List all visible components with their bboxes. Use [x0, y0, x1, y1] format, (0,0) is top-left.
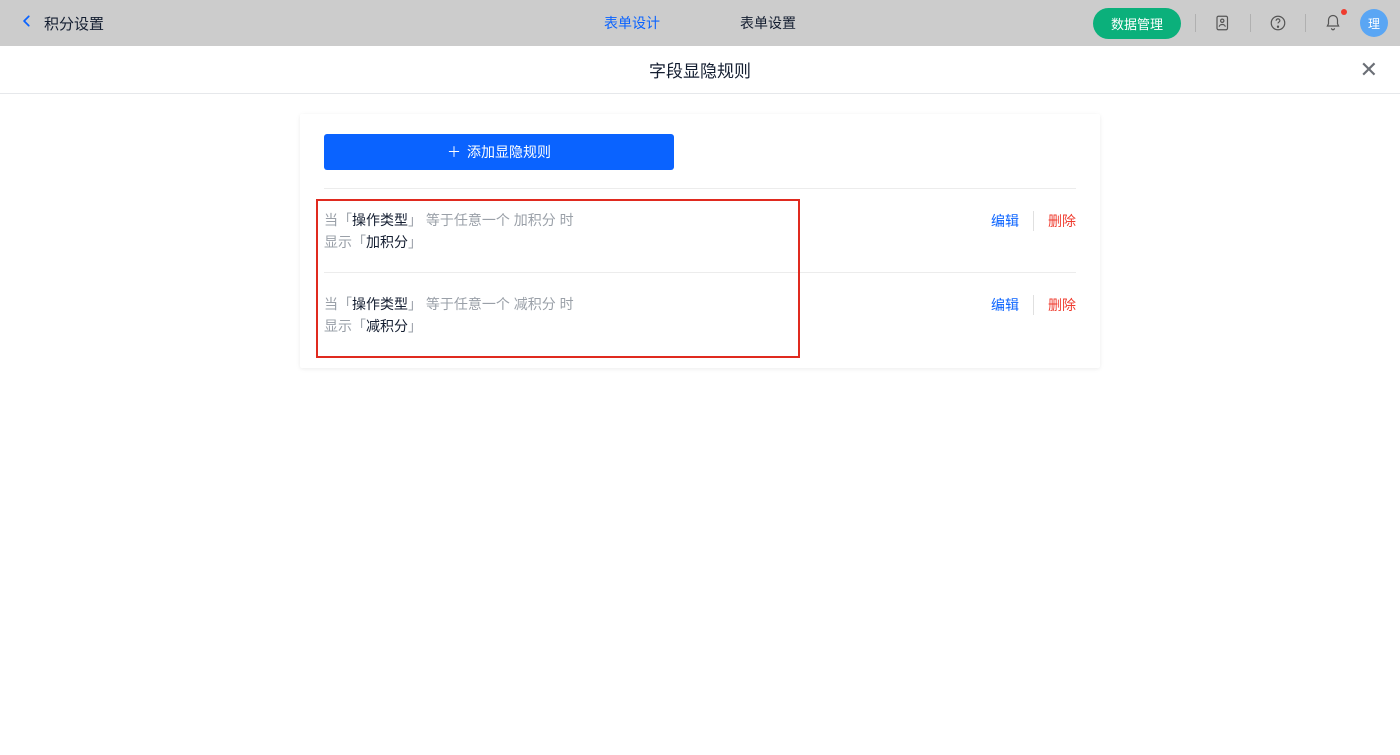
- avatar[interactable]: 理: [1360, 9, 1388, 37]
- data-manage-button[interactable]: 数据管理: [1093, 8, 1181, 39]
- bell-icon[interactable]: [1320, 10, 1346, 36]
- rule-condition: 等于任意一个 减积分 时: [422, 296, 574, 312]
- rule-field: 操作类型: [352, 212, 408, 228]
- rule-condition: 等于任意一个 加积分 时: [422, 212, 574, 228]
- delete-link[interactable]: 删除: [1033, 295, 1076, 315]
- rule-field: 操作类型: [352, 296, 408, 312]
- modal-titlebar: 字段显隐规则 ✕: [0, 46, 1400, 94]
- delete-link[interactable]: 删除: [1033, 211, 1076, 231]
- divider: [1195, 14, 1196, 32]
- rule-show-value: 加积分: [366, 234, 408, 250]
- page-body: ＋ 添加显隐规则 当「操作类型」 等于任意一个 加积分 时 显示「加积分」 编辑…: [0, 94, 1400, 368]
- rule-item: 当「操作类型」 等于任意一个 加积分 时 显示「加积分」 编辑 删除: [324, 189, 1076, 273]
- rule-text-segment: 」: [408, 212, 422, 228]
- divider: [1250, 14, 1251, 32]
- top-header: 积分设置 表单设计 表单设置 数据管理 理: [0, 0, 1400, 46]
- close-icon[interactable]: ✕: [1360, 59, 1378, 81]
- rule-list: 当「操作类型」 等于任意一个 加积分 时 显示「加积分」 编辑 删除 当「操作类…: [324, 188, 1076, 356]
- rule-description: 当「操作类型」 等于任意一个 减积分 时 显示「减积分」: [324, 293, 977, 338]
- page-title: 积分设置: [44, 13, 104, 34]
- tab-form-settings[interactable]: 表单设置: [740, 13, 796, 33]
- rule-item: 当「操作类型」 等于任意一个 减积分 时 显示「减积分」 编辑 删除: [324, 273, 1076, 356]
- plus-icon: ＋: [447, 142, 461, 162]
- contact-icon[interactable]: [1210, 10, 1236, 36]
- rules-card: ＋ 添加显隐规则 当「操作类型」 等于任意一个 加积分 时 显示「加积分」 编辑…: [300, 114, 1100, 368]
- rule-actions: 编辑 删除: [977, 293, 1076, 338]
- rule-text-segment: 当「: [324, 296, 352, 312]
- modal-title: 字段显隐规则: [649, 57, 751, 82]
- rule-text-segment: 」: [408, 296, 422, 312]
- rule-text-segment: 当「: [324, 212, 352, 228]
- notification-dot: [1341, 9, 1347, 15]
- rule-text-segment: 」: [408, 234, 422, 250]
- edit-link[interactable]: 编辑: [977, 295, 1033, 315]
- rule-text-segment: 显示「: [324, 318, 366, 334]
- rule-text-segment: 显示「: [324, 234, 366, 250]
- back-icon[interactable]: [20, 14, 34, 33]
- add-rule-button[interactable]: ＋ 添加显隐规则: [324, 134, 674, 170]
- help-icon[interactable]: [1265, 10, 1291, 36]
- tab-form-design[interactable]: 表单设计: [604, 13, 660, 33]
- rule-text-segment: 」: [408, 318, 422, 334]
- divider: [1305, 14, 1306, 32]
- add-rule-label: 添加显隐规则: [467, 142, 551, 162]
- rule-description: 当「操作类型」 等于任意一个 加积分 时 显示「加积分」: [324, 209, 977, 254]
- rule-show-value: 减积分: [366, 318, 408, 334]
- edit-link[interactable]: 编辑: [977, 211, 1033, 231]
- rule-actions: 编辑 删除: [977, 209, 1076, 254]
